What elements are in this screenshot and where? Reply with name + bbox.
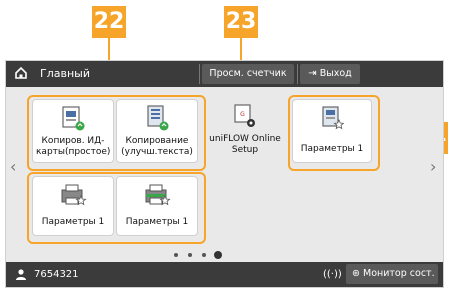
status-monitor-icon: ⊛ — [352, 268, 360, 279]
uniflow-icon: G — [232, 103, 256, 129]
tile-params-bottom-2[interactable]: Параметры 1 — [117, 177, 197, 235]
tile-copy-text[interactable]: Копирование (улучш.текста) — [117, 100, 197, 162]
home-screen: Главный Просм. счетчик ⇥ Выход ‹ › Копир… — [5, 60, 444, 288]
page-title: Главный — [40, 67, 90, 80]
params-right-icon — [320, 105, 345, 131]
home-icon — [14, 66, 28, 80]
id-card-copy-icon — [61, 105, 85, 131]
tile-copy-text-label: Копирование (улучш.текста) — [121, 136, 193, 157]
status-monitor-button[interactable]: ⊛ Монитор сост. — [346, 264, 438, 284]
callout-22: 22 — [92, 6, 126, 38]
page-dot-3[interactable] — [202, 253, 206, 257]
status-monitor-label: Монитор сост. — [363, 268, 435, 279]
user-icon — [15, 268, 27, 283]
logout-icon: ⇥ — [308, 68, 317, 79]
counter-button-label: Просм. счетчик — [209, 68, 287, 79]
tile-uniflow[interactable]: G uniFLOW Online Setup — [205, 100, 285, 162]
scroll-right-icon[interactable]: › — [430, 159, 436, 175]
page-dot-4-active[interactable] — [214, 251, 222, 259]
topbar-divider-2 — [297, 64, 298, 84]
page-dot-1[interactable] — [174, 253, 178, 257]
tile-params-right[interactable]: Параметры 1 — [293, 100, 371, 162]
wireless-icon: ((·)) — [323, 269, 342, 280]
params-bottom-2-icon — [143, 182, 171, 208]
scroll-left-icon[interactable]: ‹ — [10, 159, 16, 175]
svg-text:G: G — [240, 111, 245, 118]
copy-text-icon — [145, 105, 169, 131]
tile-params-bottom-2-label: Параметры 1 — [125, 217, 189, 227]
bottom-bar: 7654321 ((·)) ⊛ Монитор сост. — [6, 262, 443, 287]
user-id: 7654321 — [34, 269, 79, 280]
callout-23: 23 — [224, 6, 258, 38]
tile-params-bottom-1-label: Параметры 1 — [41, 217, 105, 227]
tile-params-right-label: Параметры 1 — [300, 144, 364, 154]
tile-uniflow-label: uniFLOW Online Setup — [209, 134, 281, 155]
params-bottom-1-icon — [59, 182, 87, 208]
logout-button[interactable]: ⇥ Выход — [300, 64, 360, 84]
topbar-divider — [199, 64, 200, 84]
tile-params-bottom-1[interactable]: Параметры 1 — [33, 177, 113, 235]
tile-id-card-copy[interactable]: Копиров. ИД-карты(простое) — [33, 100, 113, 162]
top-bar: Главный Просм. счетчик ⇥ Выход — [6, 61, 443, 87]
counter-button[interactable]: Просм. счетчик — [202, 64, 294, 84]
logout-button-label: Выход — [319, 68, 352, 79]
tile-id-card-copy-label: Копиров. ИД-карты(простое) — [36, 136, 111, 157]
page-dot-2[interactable] — [188, 253, 192, 257]
page-indicator — [174, 250, 244, 260]
